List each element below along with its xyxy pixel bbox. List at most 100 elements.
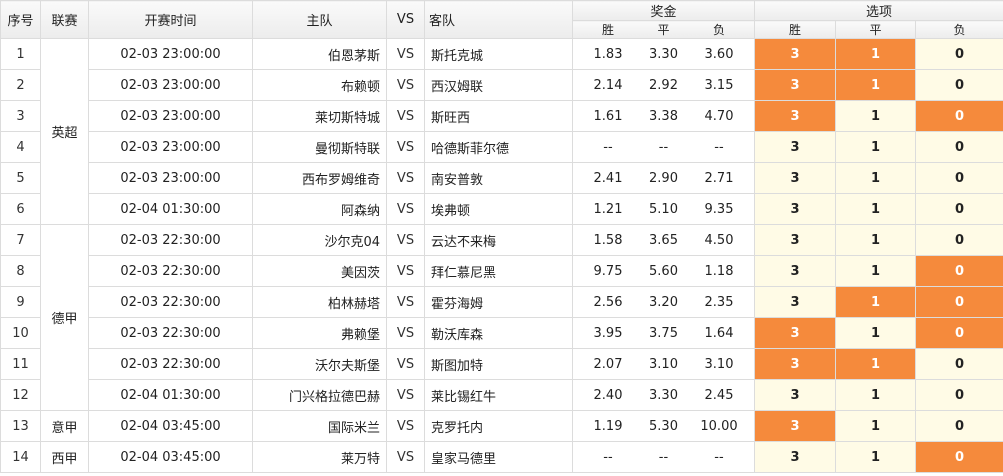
option-win-button[interactable]: 3 [754, 348, 836, 380]
option-draw-button[interactable]: 1 [835, 286, 916, 318]
option-lose-button[interactable]: 0 [914, 131, 1003, 163]
header-option-win: 胜 [754, 20, 836, 39]
vs-label: VS [386, 100, 425, 132]
match-time: 02-03 22:30:00 [88, 255, 253, 287]
odds-group: 2.41 2.90 2.71 [574, 170, 754, 186]
header-time: 开赛时间 [88, 0, 253, 39]
option-win-button[interactable]: 3 [754, 379, 836, 411]
option-draw-button[interactable]: 1 [835, 193, 916, 225]
option-lose-button[interactable]: 0 [914, 100, 1003, 132]
odds-draw: -- [658, 139, 669, 155]
option-draw-button[interactable]: 1 [835, 38, 916, 70]
option-draw-button[interactable]: 1 [835, 100, 916, 132]
table-row: 4 02-03 23:00:00 曼彻斯特联 VS 哈德斯菲尔德 -- -- -- 3 1 0 [0, 131, 1003, 163]
odds-draw: 5.60 [649, 263, 678, 279]
option-draw-button[interactable]: 1 [835, 69, 916, 101]
row-index: 3 [0, 100, 41, 132]
option-draw-button[interactable]: 1 [835, 317, 916, 349]
odds-group: -- -- -- [574, 139, 754, 155]
option-lose-button[interactable]: 0 [914, 162, 1003, 194]
vs-label: VS [386, 410, 425, 442]
match-time: 02-04 01:30:00 [88, 379, 253, 411]
option-win-button[interactable]: 3 [754, 193, 836, 225]
vs-label: VS [386, 286, 425, 318]
option-draw-button[interactable]: 1 [835, 348, 916, 380]
vs-label: VS [386, 317, 425, 349]
odds-draw: 2.90 [649, 170, 678, 186]
option-lose-button[interactable]: 0 [914, 410, 1003, 442]
option-win-button[interactable]: 3 [754, 224, 836, 256]
match-time: 02-03 22:30:00 [88, 286, 253, 318]
option-draw-button[interactable]: 1 [835, 255, 916, 287]
odds-win: 1.61 [593, 108, 623, 124]
odds-win: 1.21 [593, 201, 623, 217]
option-win-button[interactable]: 3 [754, 100, 836, 132]
table-row: 6 02-04 01:30:00 阿森纳 VS 埃弗顿 1.21 5.10 9.35 3 1 0 [0, 193, 1003, 225]
match-time: 02-03 23:00:00 [88, 69, 253, 101]
option-draw-button[interactable]: 1 [835, 441, 916, 473]
odds-lose: 1.64 [704, 325, 734, 341]
odds-cell: 9.75 5.60 1.18 [572, 255, 755, 287]
option-win-button[interactable]: 3 [754, 38, 836, 70]
option-draw-button[interactable]: 1 [835, 162, 916, 194]
option-draw-button[interactable]: 1 [835, 131, 916, 163]
away-team: 云达不来梅 [424, 224, 573, 256]
odds-lose: 2.71 [704, 170, 734, 186]
away-team: 斯托克城 [424, 38, 573, 70]
league-name: 德甲 [40, 224, 89, 411]
table-row: 5 02-03 23:00:00 西布罗姆维奇 VS 南安普敦 2.41 2.90 2.71 3… [0, 162, 1003, 194]
option-lose-button[interactable]: 0 [914, 38, 1003, 70]
league-name: 英超 [40, 38, 89, 225]
odds-cell: 1.61 3.38 4.70 [572, 100, 755, 132]
odds-draw: 3.38 [649, 108, 678, 124]
odds-group: 2.56 3.20 2.35 [574, 294, 754, 310]
odds-group: 3.95 3.75 1.64 [574, 325, 754, 341]
row-index: 10 [0, 317, 41, 349]
option-lose-button[interactable]: 0 [914, 286, 1003, 318]
row-index: 14 [0, 441, 41, 473]
option-lose-button[interactable]: 0 [914, 193, 1003, 225]
header-away: 客队 [424, 0, 573, 39]
option-win-button[interactable]: 3 [754, 286, 836, 318]
option-win-button[interactable]: 3 [754, 441, 836, 473]
odds-cell: 2.14 2.92 3.15 [572, 69, 755, 101]
option-lose-button[interactable]: 0 [914, 69, 1003, 101]
option-lose-button[interactable]: 0 [914, 317, 1003, 349]
option-lose-button[interactable]: 0 [914, 255, 1003, 287]
table-row: 2 02-03 23:00:00 布赖顿 VS 西汉姆联 2.14 2.92 3.15 3 1 0 [0, 69, 1003, 101]
option-lose-button[interactable]: 0 [914, 224, 1003, 256]
match-time: 02-03 22:30:00 [88, 317, 253, 349]
vs-label: VS [386, 162, 425, 194]
vs-label: VS [386, 255, 425, 287]
odds-lose: 4.70 [704, 108, 734, 124]
vs-label: VS [386, 193, 425, 225]
option-win-button[interactable]: 3 [754, 317, 836, 349]
header-option-draw: 平 [835, 20, 916, 39]
table-row: 12 02-04 01:30:00 门兴格拉德巴赫 VS 莱比锡红牛 2.40 3.30 2.… [0, 379, 1003, 411]
option-lose-button[interactable]: 0 [914, 379, 1003, 411]
odds-draw: 3.75 [649, 325, 678, 341]
option-win-button[interactable]: 3 [754, 255, 836, 287]
option-draw-button[interactable]: 1 [835, 224, 916, 256]
match-time: 02-03 23:00:00 [88, 100, 253, 132]
header-prize-sub: 胜 平 负 [572, 20, 755, 39]
odds-win: 2.14 [593, 77, 623, 93]
home-team: 弗赖堡 [252, 317, 387, 349]
odds-draw: 3.20 [649, 294, 678, 310]
option-win-button[interactable]: 3 [754, 410, 836, 442]
option-lose-button[interactable]: 0 [914, 348, 1003, 380]
option-draw-button[interactable]: 1 [835, 410, 916, 442]
option-win-button[interactable]: 3 [754, 69, 836, 101]
option-win-button[interactable]: 3 [754, 162, 836, 194]
odds-cell: 1.21 5.10 9.35 [572, 193, 755, 225]
option-draw-button[interactable]: 1 [835, 379, 916, 411]
option-lose-button[interactable]: 0 [914, 441, 1003, 473]
home-team: 伯恩茅斯 [252, 38, 387, 70]
home-team: 曼彻斯特联 [252, 131, 387, 163]
odds-cell: 1.58 3.65 4.50 [572, 224, 755, 256]
option-win-button[interactable]: 3 [754, 131, 836, 163]
table-header: 序号 联赛 开赛时间 主队 VS 客队 奖金 选项 胜 平 负 胜 平 负 [0, 0, 1003, 39]
odds-lose: -- [714, 449, 724, 465]
away-team: 皇家马德里 [424, 441, 573, 473]
home-team: 莱万特 [252, 441, 387, 473]
